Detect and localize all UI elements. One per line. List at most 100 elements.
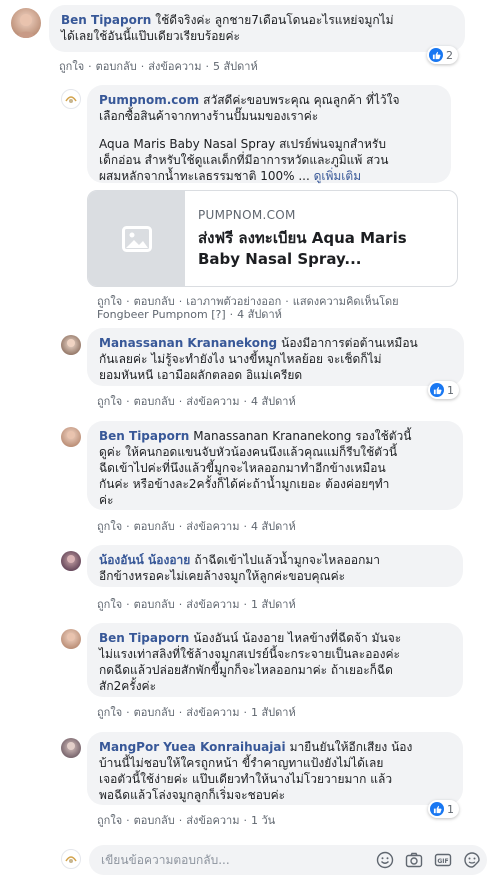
comment-time[interactable]: 1 สัปดาห์ — [251, 598, 296, 611]
composer-avatar — [61, 849, 81, 869]
comment-text-line: กันเลยค่ะ ไม่รู้จะทำยังไง นางขี้หมูกไหลย… — [99, 352, 382, 366]
comment-text-line: ได้เลยใช้อันนี้แป๊บเดียวเรียบร้อยค่ะ — [61, 29, 240, 43]
avatar[interactable] — [61, 427, 81, 447]
pumpnom-logo-icon — [63, 851, 79, 867]
comment-bubble: น้องอันน์ น้องอาย ถ้าฉีดเข้าไปแล้วน้ำมูกจ… — [87, 545, 463, 587]
signature-help[interactable]: [?] — [211, 308, 225, 321]
avatar[interactable] — [11, 8, 41, 38]
avatar[interactable] — [61, 335, 81, 355]
comment-text-line: กันค่ะ หรือข้างละ2ครั้งก็ได้ค่ะถ้าน้ำมูก… — [99, 477, 390, 491]
camera-icon[interactable] — [405, 851, 423, 869]
comment-by-link[interactable]: แสดงความคิดเห็นโดย — [293, 295, 399, 308]
reaction-number: 1 — [447, 383, 454, 397]
comment-actions: ถูกใจ · ตอบกลับ · ส่งข้อความ · 1 วัน — [97, 814, 276, 827]
comment-bubble: MangPor Yuea Konraihuajai มายืนยันให้อีกเ… — [87, 732, 463, 805]
comment-actions: ถูกใจ · ตอบกลับ · ส่งข้อความ · 1 สัปดาห์ — [97, 598, 296, 611]
reply-link[interactable]: ตอบกลับ — [134, 395, 175, 408]
reaction-number: 1 — [447, 802, 454, 816]
comment-text-line: ถ้าฉีดเข้าไปแล้วน้ำมูกจะไหลออกมา — [194, 553, 381, 567]
reply-link[interactable]: ตอบกลับ — [134, 706, 175, 719]
reply-link[interactable]: ตอบกลับ — [134, 814, 175, 827]
comment-author[interactable]: Manassanan Krananekong — [99, 336, 277, 350]
signature-name[interactable]: Fongbeer Pumpnom — [97, 308, 208, 321]
link-title[interactable]: ส่งฟรี ลงทะเบียน Aqua Maris Baby Nasal S… — [198, 228, 448, 270]
like-link[interactable]: ถูกใจ — [97, 706, 122, 719]
comment-text-line: ดูค่ะ ให้คนกอดแขนจับหัวน้องคนนึงแล้วคุณแ… — [99, 445, 398, 459]
avatar[interactable] — [61, 738, 81, 758]
comment-text-line: ยอมหันหนี เอามือผลักตลอด อิแม่เครียด — [99, 368, 303, 382]
comment-bubble: Manassanan Krananekong น้องมีอาการต่อต้าน… — [87, 328, 464, 386]
comment-actions: ถูกใจ · ตอบกลับ · ส่งข้อความ · 5 สัปดาห์ — [59, 60, 258, 73]
reply-link[interactable]: ตอบกลับ — [134, 598, 175, 611]
composer-icons: GIF — [376, 851, 481, 869]
nong-ann-avatar-photo — [61, 551, 81, 571]
avatar[interactable] — [61, 89, 81, 109]
ben-avatar-photo — [61, 629, 81, 649]
comment-time[interactable]: 5 สัปดาห์ — [213, 60, 258, 73]
comment-text-line: เด็กอ่อน สำหรับใช้ดูแลเด็กที่มีอาการหวัด… — [99, 153, 389, 167]
comment-time[interactable]: 1 สัปดาห์ — [251, 706, 296, 719]
like-icon — [430, 383, 444, 397]
reply-link[interactable]: ตอบกลับ — [134, 520, 175, 533]
comment-text-line: เลือกซื้อสินค้าจากทางร้านปั๊มนมของเราค่ะ — [99, 109, 319, 123]
emoji-icon[interactable] — [376, 851, 394, 869]
comment-text-line: เจอตัวนี้ใช้ง่ายค่ะ แป๊บเดียวทำให้นางไม่… — [99, 772, 393, 786]
reply-input[interactable] — [89, 845, 359, 875]
like-icon — [429, 48, 443, 62]
like-link[interactable]: ถูกใจ — [97, 395, 122, 408]
comment-author[interactable]: Ben Tipaporn — [61, 13, 151, 27]
ben-avatar-photo — [61, 427, 81, 447]
comment-text-line: กดฉีดแล้วปล่อยสักพักขี้มูกก็จะไหลออกมาค่… — [99, 663, 393, 677]
comment-text-line: พอฉีดแล้วโล่งจมูกลูกก็เริ่มจะชอบค่ะ — [99, 788, 286, 802]
reaction-count[interactable]: 1 — [428, 381, 459, 399]
link-thumbnail — [88, 191, 185, 286]
comment-text-line: น้องอันน์ น้องอาย ไหลข้างที่ฉีดจ้า มันจะ — [193, 631, 402, 645]
like-link[interactable]: ถูกใจ — [97, 814, 122, 827]
message-link[interactable]: ส่งข้อความ — [186, 520, 239, 533]
comment-text-line: ฉีดเข้าไปค่ะที่นึงแล้วขี้มูกจะไหลออกมาทำ… — [99, 461, 386, 475]
comment-text-line: น้องมีอาการต่อต้านเหมือน — [281, 336, 418, 350]
comment-text-line: Aqua Maris Baby Nasal Spray สเปรย์พ่นจมู… — [99, 137, 386, 151]
manassanan-avatar-photo — [61, 335, 81, 355]
see-more-link[interactable]: ดูเพิ่มเติม — [314, 169, 362, 183]
avatar[interactable] — [61, 551, 81, 571]
comment-author[interactable]: Ben Tipaporn — [99, 631, 189, 645]
comment-author[interactable]: น้องอันน์ น้องอาย — [99, 553, 190, 567]
like-link[interactable]: ถูกใจ — [97, 520, 122, 533]
comment-author[interactable]: Ben Tipaporn — [99, 429, 189, 443]
comment-text-line: สวัสดีค่ะขอบพระคุณ คุณลูกค้า ที่ไว้ใจ — [203, 93, 400, 107]
comment-time[interactable]: 4 สัปดาห์ — [251, 395, 296, 408]
comment-actions: ถูกใจ · ตอบกลับ · ส่งข้อความ · 4 สัปดาห์ — [97, 395, 296, 408]
comment-author[interactable]: MangPor Yuea Konraihuajai — [99, 740, 286, 754]
comment-author[interactable]: Pumpnom.com — [99, 93, 199, 107]
comment-text-line: บ้านนี้ไม่ชอบให้ใครถูกหน้า ขี้รำคาญทาแป้… — [99, 756, 384, 770]
like-link[interactable]: ถูกใจ — [97, 598, 122, 611]
link-title-line: Baby Nasal Spray... — [198, 250, 362, 268]
message-link[interactable]: ส่งข้อความ — [186, 598, 239, 611]
comment-bubble: Ben Tipaporn ใช้ดีจริงค่ะ ลูกชาย7เดือนโดน… — [49, 5, 465, 52]
comment-time[interactable]: 4 สัปดาห์ — [251, 520, 296, 533]
comment-bubble: Ben Tipaporn Manassanan Krananekong รองใช… — [87, 421, 463, 510]
comment-text-line: ค่ะ — [99, 493, 114, 507]
message-link[interactable]: ส่งข้อความ — [148, 60, 201, 73]
message-link[interactable]: ส่งข้อความ — [186, 706, 239, 719]
link-domain: PUMPNOM.COM — [198, 208, 296, 222]
avatar[interactable] — [61, 629, 81, 649]
message-link[interactable]: ส่งข้อความ — [186, 395, 239, 408]
comment-text-line: มายืนยันให้อีกเสียง น้อง — [289, 740, 413, 754]
message-link[interactable]: ส่งข้อความ — [186, 814, 239, 827]
like-link[interactable]: ถูกใจ — [59, 60, 84, 73]
comment-text-line: ไม่แรงเท่าสลิงที่ใช้ล้างจมูกสเปรย์นี้จะก… — [99, 647, 400, 661]
reaction-count[interactable]: 1 — [428, 800, 459, 818]
reaction-count[interactable]: 2 — [427, 46, 458, 64]
gif-icon[interactable]: GIF — [434, 851, 452, 869]
link-preview-card[interactable]: PUMPNOM.COM ส่งฟรี ลงทะเบียน Aqua Maris … — [87, 190, 458, 287]
image-placeholder-icon — [121, 225, 152, 252]
reply-link[interactable]: ตอบกลับ — [96, 60, 137, 73]
comment-actions: ถูกใจ · ตอบกลับ · ส่งข้อความ · 4 สัปดาห์ — [97, 520, 296, 533]
comment-time[interactable]: 4 สัปดาห์ — [237, 308, 282, 321]
comment-text-line: ผสมหลักจากน้ำทะเลธรรมชาติ 100% ... — [99, 169, 310, 183]
comment-time[interactable]: 1 วัน — [251, 814, 275, 827]
reply-composer: GIF — [89, 845, 487, 875]
sticker-icon[interactable] — [463, 851, 481, 869]
